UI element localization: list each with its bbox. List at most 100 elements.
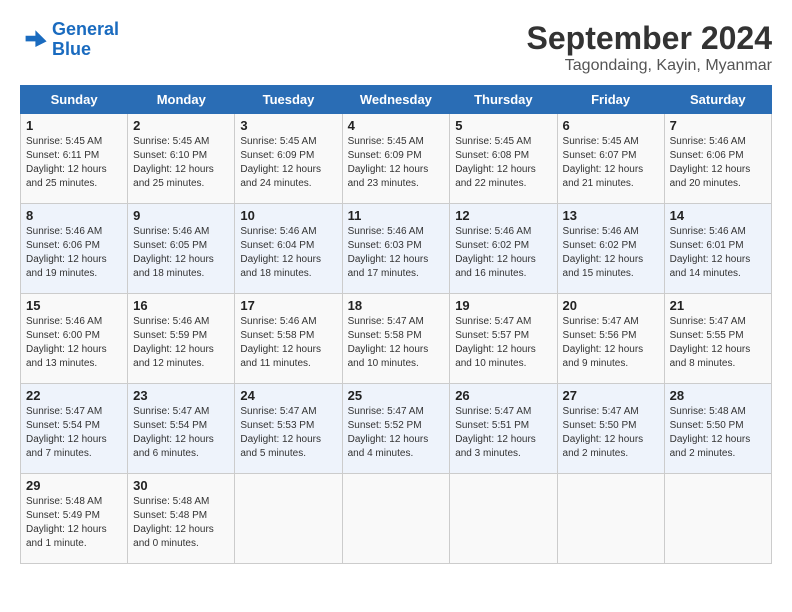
day-cell: 7 Sunrise: 5:46 AM Sunset: 6:06 PM Daylig… — [664, 114, 771, 204]
day-detail: Sunrise: 5:46 AM Sunset: 6:02 PM Dayligh… — [455, 225, 551, 281]
day-cell: 29 Sunrise: 5:48 AM Sunset: 5:49 PM Dayli… — [21, 474, 128, 564]
col-wednesday: Wednesday — [342, 86, 450, 114]
col-sunday: Sunday — [21, 86, 128, 114]
day-number: 7 — [670, 118, 766, 133]
day-detail: Sunrise: 5:45 AM Sunset: 6:07 PM Dayligh… — [563, 135, 659, 191]
day-cell: 27 Sunrise: 5:47 AM Sunset: 5:50 PM Dayli… — [557, 384, 664, 474]
logo-icon — [20, 26, 48, 54]
day-cell: 28 Sunrise: 5:48 AM Sunset: 5:50 PM Dayli… — [664, 384, 771, 474]
calendar-table: Sunday Monday Tuesday Wednesday Thursday… — [20, 85, 772, 564]
day-cell: 4 Sunrise: 5:45 AM Sunset: 6:09 PM Daylig… — [342, 114, 450, 204]
day-cell: 17 Sunrise: 5:46 AM Sunset: 5:58 PM Dayli… — [235, 294, 342, 384]
day-number: 16 — [133, 298, 229, 313]
day-cell: 6Sunrise: 5:45 AM Sunset: 6:07 PM Daylig… — [557, 114, 664, 204]
day-cell: 20Sunrise: 5:47 AM Sunset: 5:56 PM Dayli… — [557, 294, 664, 384]
day-number: 5 — [455, 118, 551, 133]
day-number: 25 — [348, 388, 445, 403]
day-detail: Sunrise: 5:46 AM Sunset: 6:04 PM Dayligh… — [240, 225, 336, 281]
day-detail: Sunrise: 5:47 AM Sunset: 5:55 PM Dayligh… — [670, 315, 766, 371]
day-detail: Sunrise: 5:45 AM Sunset: 6:09 PM Dayligh… — [240, 135, 336, 191]
day-detail: Sunrise: 5:46 AM Sunset: 6:05 PM Dayligh… — [133, 225, 229, 281]
day-cell: 30Sunrise: 5:48 AM Sunset: 5:48 PM Dayli… — [128, 474, 235, 564]
day-detail: Sunrise: 5:46 AM Sunset: 6:00 PM Dayligh… — [26, 315, 122, 371]
day-detail: Sunrise: 5:47 AM Sunset: 5:54 PM Dayligh… — [26, 405, 122, 461]
day-cell: 3Sunrise: 5:45 AM Sunset: 6:09 PM Daylig… — [235, 114, 342, 204]
calendar-header: Sunday Monday Tuesday Wednesday Thursday… — [21, 86, 772, 114]
day-number: 18 — [348, 298, 445, 313]
location-title: Tagondaing, Kayin, Myanmar — [527, 57, 772, 75]
day-number: 14 — [670, 208, 766, 223]
day-number: 9 — [133, 208, 229, 223]
day-number: 1 — [26, 118, 122, 133]
day-detail: Sunrise: 5:45 AM Sunset: 6:10 PM Dayligh… — [133, 135, 229, 191]
col-saturday: Saturday — [664, 86, 771, 114]
day-cell: 19 Sunrise: 5:47 AM Sunset: 5:57 PM Dayli… — [450, 294, 557, 384]
day-detail: Sunrise: 5:47 AM Sunset: 5:53 PM Dayligh… — [240, 405, 336, 461]
day-number: 4 — [348, 118, 445, 133]
day-cell: 12 Sunrise: 5:46 AM Sunset: 6:02 PM Dayli… — [450, 204, 557, 294]
header-row: Sunday Monday Tuesday Wednesday Thursday… — [21, 86, 772, 114]
col-friday: Friday — [557, 86, 664, 114]
day-cell: 22 Sunrise: 5:47 AM Sunset: 5:54 PM Dayli… — [21, 384, 128, 474]
day-detail: Sunrise: 5:45 AM Sunset: 6:09 PM Dayligh… — [348, 135, 445, 191]
day-cell — [450, 474, 557, 564]
day-number: 2 — [133, 118, 229, 133]
day-detail: Sunrise: 5:48 AM Sunset: 5:49 PM Dayligh… — [26, 495, 122, 551]
day-cell: 5Sunrise: 5:45 AM Sunset: 6:08 PM Daylig… — [450, 114, 557, 204]
day-detail: Sunrise: 5:47 AM Sunset: 5:57 PM Dayligh… — [455, 315, 551, 371]
day-cell: 2 Sunrise: 5:45 AM Sunset: 6:10 PM Daylig… — [128, 114, 235, 204]
day-number: 12 — [455, 208, 551, 223]
day-detail: Sunrise: 5:46 AM Sunset: 6:01 PM Dayligh… — [670, 225, 766, 281]
logo-text: General Blue — [52, 20, 119, 60]
day-detail: Sunrise: 5:47 AM Sunset: 5:52 PM Dayligh… — [348, 405, 445, 461]
day-detail: Sunrise: 5:47 AM Sunset: 5:54 PM Dayligh… — [133, 405, 229, 461]
day-number: 8 — [26, 208, 122, 223]
day-cell: 11 Sunrise: 5:46 AM Sunset: 6:03 PM Dayli… — [342, 204, 450, 294]
day-number: 19 — [455, 298, 551, 313]
day-detail: Sunrise: 5:46 AM Sunset: 6:06 PM Dayligh… — [670, 135, 766, 191]
logo-line1: General — [52, 19, 119, 39]
day-number: 11 — [348, 208, 445, 223]
day-cell: 14 Sunrise: 5:46 AM Sunset: 6:01 PM Dayli… — [664, 204, 771, 294]
day-number: 29 — [26, 478, 122, 493]
day-detail: Sunrise: 5:46 AM Sunset: 5:58 PM Dayligh… — [240, 315, 336, 371]
day-detail: Sunrise: 5:48 AM Sunset: 5:50 PM Dayligh… — [670, 405, 766, 461]
logo: General Blue — [20, 20, 119, 60]
day-cell: 9 Sunrise: 5:46 AM Sunset: 6:05 PM Daylig… — [128, 204, 235, 294]
day-cell: 1Sunrise: 5:45 AM Sunset: 6:11 PM Daylig… — [21, 114, 128, 204]
day-detail: Sunrise: 5:47 AM Sunset: 5:50 PM Dayligh… — [563, 405, 659, 461]
day-detail: Sunrise: 5:48 AM Sunset: 5:48 PM Dayligh… — [133, 495, 229, 551]
week-row-4: 22 Sunrise: 5:47 AM Sunset: 5:54 PM Dayli… — [21, 384, 772, 474]
day-cell: 13Sunrise: 5:46 AM Sunset: 6:02 PM Dayli… — [557, 204, 664, 294]
day-number: 21 — [670, 298, 766, 313]
day-detail: Sunrise: 5:46 AM Sunset: 6:03 PM Dayligh… — [348, 225, 445, 281]
day-cell: 10Sunrise: 5:46 AM Sunset: 6:04 PM Dayli… — [235, 204, 342, 294]
day-cell: 23Sunrise: 5:47 AM Sunset: 5:54 PM Dayli… — [128, 384, 235, 474]
day-cell: 25 Sunrise: 5:47 AM Sunset: 5:52 PM Dayli… — [342, 384, 450, 474]
day-number: 15 — [26, 298, 122, 313]
day-detail: Sunrise: 5:47 AM Sunset: 5:56 PM Dayligh… — [563, 315, 659, 371]
day-cell: 16 Sunrise: 5:46 AM Sunset: 5:59 PM Dayli… — [128, 294, 235, 384]
day-number: 22 — [26, 388, 122, 403]
day-cell: 24Sunrise: 5:47 AM Sunset: 5:53 PM Dayli… — [235, 384, 342, 474]
week-row-5: 29 Sunrise: 5:48 AM Sunset: 5:49 PM Dayli… — [21, 474, 772, 564]
day-cell: 26Sunrise: 5:47 AM Sunset: 5:51 PM Dayli… — [450, 384, 557, 474]
day-cell: 21 Sunrise: 5:47 AM Sunset: 5:55 PM Dayli… — [664, 294, 771, 384]
day-detail: Sunrise: 5:47 AM Sunset: 5:58 PM Dayligh… — [348, 315, 445, 371]
day-number: 26 — [455, 388, 551, 403]
day-number: 17 — [240, 298, 336, 313]
page-header: General Blue September 2024 Tagondaing, … — [20, 20, 772, 75]
col-tuesday: Tuesday — [235, 86, 342, 114]
day-cell — [342, 474, 450, 564]
day-detail: Sunrise: 5:46 AM Sunset: 5:59 PM Dayligh… — [133, 315, 229, 371]
week-row-3: 15 Sunrise: 5:46 AM Sunset: 6:00 PM Dayli… — [21, 294, 772, 384]
day-detail: Sunrise: 5:46 AM Sunset: 6:02 PM Dayligh… — [563, 225, 659, 281]
calendar-body: 1Sunrise: 5:45 AM Sunset: 6:11 PM Daylig… — [21, 114, 772, 564]
day-number: 28 — [670, 388, 766, 403]
week-row-2: 8 Sunrise: 5:46 AM Sunset: 6:06 PM Daylig… — [21, 204, 772, 294]
day-number: 27 — [563, 388, 659, 403]
month-title: September 2024 — [527, 20, 772, 57]
week-row-1: 1Sunrise: 5:45 AM Sunset: 6:11 PM Daylig… — [21, 114, 772, 204]
day-cell: 8 Sunrise: 5:46 AM Sunset: 6:06 PM Daylig… — [21, 204, 128, 294]
day-detail: Sunrise: 5:46 AM Sunset: 6:06 PM Dayligh… — [26, 225, 122, 281]
